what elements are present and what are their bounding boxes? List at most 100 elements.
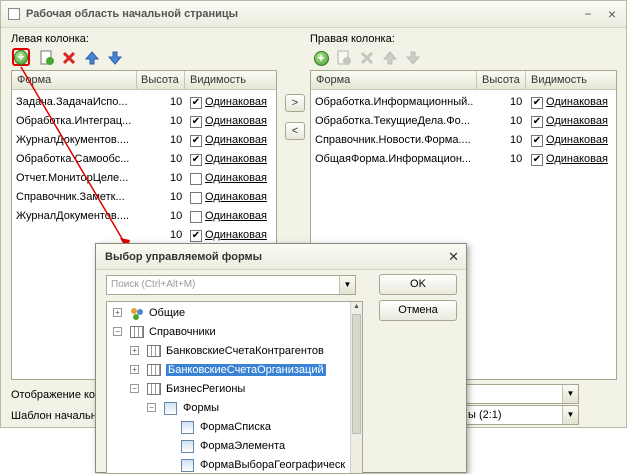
catalog-icon [147, 364, 161, 376]
row-visibility[interactable]: Одинаковая [205, 115, 267, 127]
move-up-button-left[interactable] [83, 49, 101, 67]
move-down-button-right[interactable] [404, 49, 422, 67]
dialog-title-bar: Выбор управляемой формы ✕ [96, 244, 466, 270]
add-copy-button-right[interactable] [335, 49, 353, 67]
delete-button-left[interactable] [60, 49, 78, 67]
visibility-checkbox[interactable]: ✔ [190, 97, 202, 109]
row-visibility[interactable]: Одинаковая [205, 210, 267, 222]
column-form[interactable]: Форма [316, 74, 350, 86]
chevron-down-icon[interactable]: ▼ [562, 385, 578, 403]
add-button-right[interactable]: + [312, 49, 330, 67]
search-input[interactable]: Поиск (Ctrl+Alt+M) ▼ [106, 275, 356, 295]
add-button-left[interactable]: + [12, 48, 30, 66]
visibility-checkbox[interactable] [190, 192, 202, 204]
table-row[interactable]: ЖурналДокументов.... 10 Одинаковая [12, 207, 276, 226]
ok-button[interactable]: OK [379, 274, 457, 295]
row-form: Обработка.Информационный... [315, 96, 473, 108]
table-row[interactable]: Обработка.Информационный... 10 ✔ Одинаковая [311, 93, 616, 112]
tree-item-label: БизнесРегионы [166, 383, 246, 395]
row-height: 10 [170, 172, 183, 184]
tree-item[interactable]: − Справочники [107, 323, 351, 342]
table-row[interactable]: Обработка.ТекущиеДела.Фо... 10 ✔ Одинаковая [311, 112, 616, 131]
tree-item-label: ФормаСписка [200, 421, 271, 433]
tree-item[interactable]: + БанковскиеСчетаКонтрагентов [107, 342, 351, 361]
display-label: Отображение ко [11, 389, 96, 401]
visibility-checkbox[interactable]: ✔ [531, 135, 543, 147]
tree-item[interactable]: ФормаСписка [107, 418, 351, 437]
tree-item[interactable]: − Формы [107, 399, 351, 418]
row-height: 10 [510, 115, 523, 127]
window-title: Рабочая область начальной страницы [26, 8, 239, 20]
row-visibility[interactable]: Одинаковая [205, 153, 267, 165]
visibility-checkbox[interactable]: ✔ [190, 230, 202, 242]
visibility-checkbox[interactable] [190, 173, 202, 185]
move-right-button[interactable]: > [285, 94, 305, 112]
delete-icon [62, 51, 76, 65]
vertical-scrollbar[interactable]: ▲ [350, 302, 362, 473]
move-down-button-left[interactable] [106, 49, 124, 67]
table-row[interactable]: Обработка.Самообс... 10 ✔ Одинаковая [12, 150, 276, 169]
visibility-checkbox[interactable]: ✔ [531, 97, 543, 109]
table-row[interactable]: Справочник.Новости.Форма.... 10 ✔ Одинакова… [311, 131, 616, 150]
table-row[interactable]: Обработка.Интеграц... 10 ✔ Одинаковая [12, 112, 276, 131]
collapse-icon[interactable]: − [147, 403, 156, 412]
close-icon[interactable]: × [605, 7, 619, 21]
row-height: 10 [170, 115, 183, 127]
move-left-button[interactable]: < [285, 122, 305, 140]
table-row[interactable]: Задача.ЗадачаИспо... 10 ✔ Одинаковая [12, 93, 276, 112]
tree-item[interactable]: − БизнесРегионы [107, 380, 351, 399]
cancel-button[interactable]: Отмена [379, 300, 457, 321]
delete-button-right[interactable] [358, 49, 376, 67]
tree-item-label: Справочники [149, 326, 216, 338]
visibility-checkbox[interactable]: ✔ [190, 135, 202, 147]
row-form: ЖурналДокументов.... [16, 134, 129, 146]
visibility-checkbox[interactable]: ✔ [531, 154, 543, 166]
collapse-icon[interactable]: − [113, 327, 122, 336]
row-visibility[interactable]: Одинаковая [205, 134, 267, 146]
expand-icon[interactable]: + [130, 365, 139, 374]
column-height[interactable]: Высота [482, 74, 520, 86]
collapse-icon[interactable]: − [130, 384, 139, 393]
expand-icon[interactable]: + [130, 346, 139, 355]
move-up-button-right[interactable] [381, 49, 399, 67]
add-copy-button-left[interactable] [38, 49, 56, 67]
chevron-down-icon[interactable]: ▼ [339, 276, 355, 294]
row-visibility[interactable]: Одинаковая [546, 134, 608, 146]
table-header: Форма Высота Видимость [311, 71, 616, 90]
row-visibility[interactable]: Одинаковая [205, 191, 267, 203]
row-visibility[interactable]: Одинаковая [546, 96, 608, 108]
column-visibility[interactable]: Видимость [531, 74, 587, 86]
column-visibility[interactable]: Видимость [190, 74, 246, 86]
table-row[interactable]: Справочник.Заметк... 10 Одинаковая [12, 188, 276, 207]
column-form[interactable]: Форма [17, 74, 51, 86]
row-visibility[interactable]: Одинаковая [546, 153, 608, 165]
metadata-tree[interactable]: + Общие − Справочники + БанковскиеСчетаКонтра… [106, 301, 363, 474]
row-visibility[interactable]: Одинаковая [546, 115, 608, 127]
visibility-checkbox[interactable]: ✔ [531, 116, 543, 128]
row-visibility[interactable]: Одинаковая [205, 172, 267, 184]
row-visibility[interactable]: Одинаковая [205, 229, 267, 241]
close-icon[interactable]: ✕ [448, 249, 459, 265]
left-column-label: Левая колонка: [11, 33, 89, 45]
table-row[interactable]: Отчет.МониторЦеле... 10 Одинаковая [12, 169, 276, 188]
tree-item[interactable]: ФормаЭлемента [107, 437, 351, 456]
table-row[interactable]: ЖурналДокументов.... 10 ✔ Одинаковая [12, 131, 276, 150]
scroll-up-icon[interactable]: ▲ [353, 303, 360, 310]
tree-item[interactable]: ФормаВыбораГеографическ [107, 456, 351, 473]
row-visibility[interactable]: Одинаковая [205, 96, 267, 108]
tree-item[interactable]: + БанковскиеСчетаОрганизаций [107, 361, 351, 380]
visibility-checkbox[interactable] [190, 211, 202, 223]
arrow-up-icon [383, 51, 397, 65]
expand-icon[interactable]: + [113, 308, 122, 317]
form-icon [164, 402, 177, 415]
scroll-thumb[interactable] [352, 314, 361, 434]
row-form: Отчет.МониторЦеле... [16, 172, 129, 184]
visibility-checkbox[interactable]: ✔ [190, 154, 202, 166]
tree-item[interactable]: + Общие [107, 304, 351, 323]
chevron-down-icon[interactable]: ▼ [562, 406, 578, 424]
dialog-title: Выбор управляемой формы [105, 251, 263, 263]
column-height[interactable]: Высота [141, 74, 179, 86]
minimize-icon[interactable]: − [581, 7, 595, 21]
visibility-checkbox[interactable]: ✔ [190, 116, 202, 128]
table-row[interactable]: ОбщаяФорма.Информацион... 10 ✔ Одинаковая [311, 150, 616, 169]
